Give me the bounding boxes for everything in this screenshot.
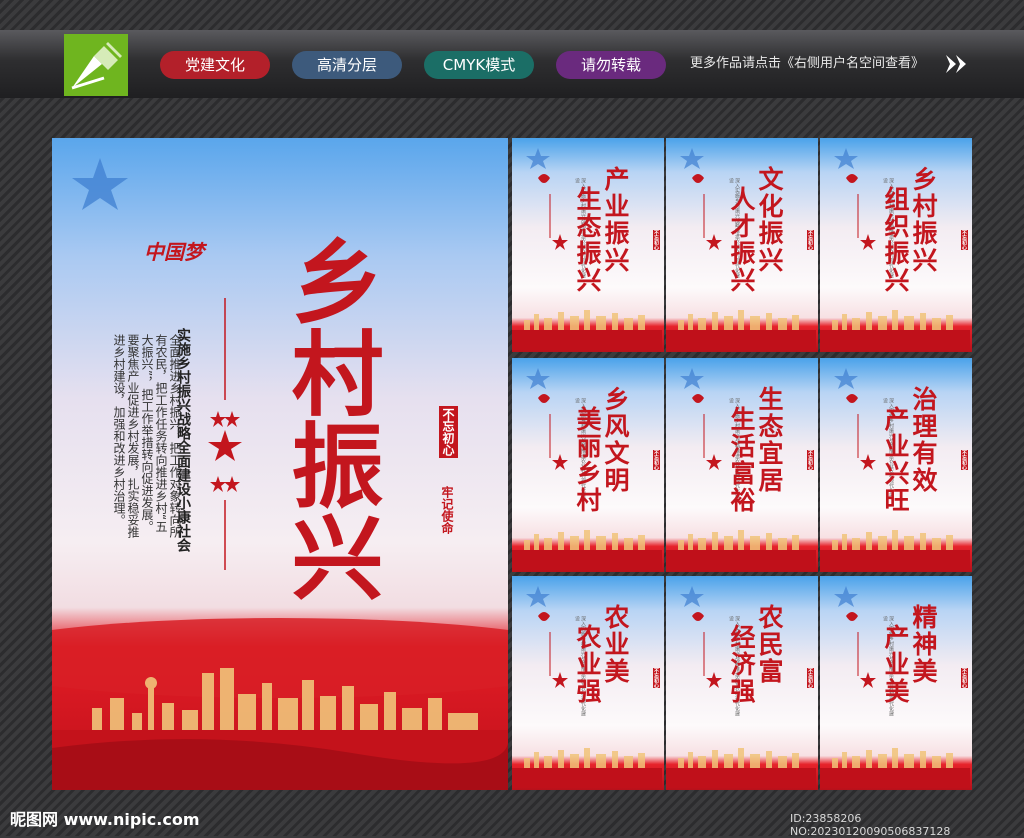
small-poster-badge: 不忘初心 <box>961 230 968 250</box>
small-poster-4: 深入实施乡村振兴战略推进农业农村现代化建设 乡风文明 美丽乡村 不忘初心 <box>512 358 664 572</box>
small-poster-title-col2: 农业强 <box>573 624 602 705</box>
small-poster-title-col1: 农业美 <box>601 604 630 685</box>
site-watermark: 昵图网 www.nipic.com <box>10 810 200 829</box>
small-poster-title-col1: 治理有效 <box>909 386 938 494</box>
small-poster-title-col1: 农民富 <box>755 604 784 685</box>
small-poster-title-col2: 生活富裕 <box>727 406 756 514</box>
nipic-logo <box>64 34 128 96</box>
main-body-text: 全面推进乡村振兴，把工作对象转向所有农民，把工作任务转向推进乡村“五大振兴”，把… <box>112 334 182 538</box>
pill-hd-layers[interactable]: 高清分层 <box>292 51 402 79</box>
small-poster-title-col2: 产业兴旺 <box>881 406 910 514</box>
main-title: 乡村振兴 <box>276 234 384 602</box>
small-poster-badge: 不忘初心 <box>807 230 814 250</box>
small-poster-9: 深入实施乡村振兴战略推进农业农村现代化建设 精神美 产业美 不忘初心 <box>820 576 972 790</box>
small-poster-title-col1: 文化振兴 <box>755 166 784 274</box>
small-poster-title-col1: 生态宜居 <box>755 386 784 494</box>
pill-party-culture[interactable]: 党建文化 <box>160 51 270 79</box>
pill-no-reprint[interactable]: 请勿转载 <box>556 51 666 79</box>
small-poster-title-col2: 人才振兴 <box>727 186 756 294</box>
small-poster-badge: 不忘初心 <box>961 668 968 688</box>
small-poster-badge: 不忘初心 <box>961 450 968 470</box>
image-id: ID:23858206 NO:20230120090506837128 <box>790 812 951 838</box>
small-poster-title-col2: 生态振兴 <box>573 186 602 294</box>
small-poster-title-col1: 产业振兴 <box>601 166 630 274</box>
china-dream-logo: 中国梦 <box>144 240 204 264</box>
more-works-link[interactable]: 更多作品请点击《右侧用户名空间查看》 <box>690 52 924 76</box>
small-poster-title-col2: 经济强 <box>727 624 756 705</box>
small-poster-badge: 不忘初心 <box>653 450 660 470</box>
small-poster-7: 深入实施乡村振兴战略推进农业农村现代化建设 农业美 农业强 不忘初心 <box>512 576 664 790</box>
small-poster-badge: 不忘初心 <box>807 450 814 470</box>
small-poster-1: 深入实施乡村振兴战略推进农业农村现代化建设 产业振兴 生态振兴 不忘初心 <box>512 138 664 352</box>
small-poster-title-col2: 美丽乡村 <box>573 406 602 514</box>
small-poster-title-col1: 乡风文明 <box>601 386 630 494</box>
small-poster-badge: 不忘初心 <box>653 230 660 250</box>
main-poster: 中国梦 乡村振兴 实施乡村振兴战略全面建设小康社会 全面推进乡村振兴，把工作对象… <box>52 138 508 790</box>
small-poster-badge: 不忘初心 <box>653 668 660 688</box>
double-arrow-icon[interactable] <box>944 53 970 79</box>
small-poster-title-col1: 精神美 <box>909 604 938 685</box>
small-poster-title-col1: 乡村振兴 <box>909 166 938 274</box>
badge-keep-mission: 牢记使命 <box>440 486 454 534</box>
small-poster-badge: 不忘初心 <box>807 668 814 688</box>
small-poster-title-col2: 组织振兴 <box>881 186 910 294</box>
small-poster-2: 深入实施乡村振兴战略推进农业农村现代化建设 文化振兴 人才振兴 不忘初心 <box>666 138 818 352</box>
small-poster-title-col2: 产业美 <box>881 624 910 705</box>
pill-cmyk[interactable]: CMYK模式 <box>424 51 534 79</box>
small-poster-6: 深入实施乡村振兴战略推进农业农村现代化建设 治理有效 产业兴旺 不忘初心 <box>820 358 972 572</box>
small-poster-8: 深入实施乡村振兴战略推进农业农村现代化建设 农民富 经济强 不忘初心 <box>666 576 818 790</box>
small-poster-3: 深入实施乡村振兴战略推进农业农村现代化建设 乡村振兴 组织振兴 不忘初心 <box>820 138 972 352</box>
small-poster-5: 深入实施乡村振兴战略推进农业农村现代化建设 生态宜居 生活富裕 不忘初心 <box>666 358 818 572</box>
badge-never-forget: 不忘初心 <box>439 406 458 458</box>
